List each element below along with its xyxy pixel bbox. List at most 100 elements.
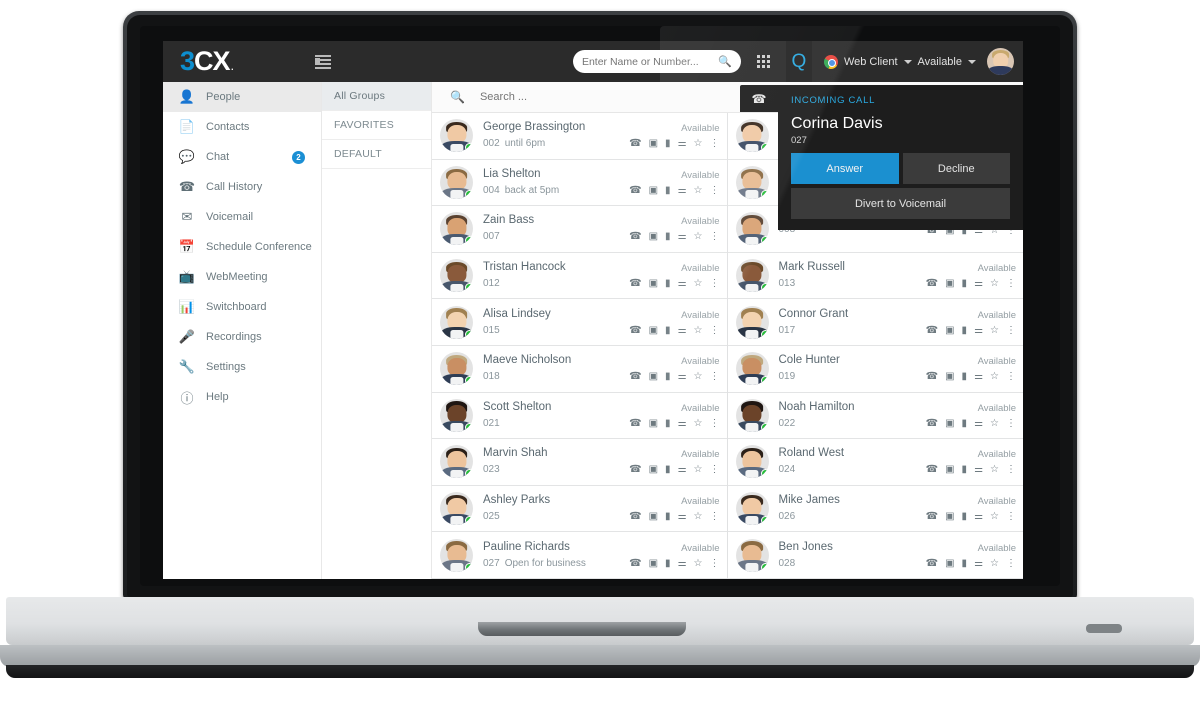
favorite-star-icon[interactable]: ☆ (990, 325, 999, 336)
chat-icon[interactable]: ▮ (665, 372, 671, 382)
more-options-icon[interactable]: ⋮ (710, 139, 720, 149)
favorite-star-icon[interactable]: ☆ (990, 418, 999, 429)
video-call-icon[interactable]: ▣ (649, 325, 658, 336)
sidebar-item-call-history[interactable]: ☎ Call History (163, 172, 321, 202)
sidebar-item-people[interactable]: 👤 People (163, 82, 321, 112)
call-icon[interactable]: ☎ (629, 465, 641, 475)
chevron-down-icon-status[interactable] (968, 59, 976, 64)
call-icon[interactable]: ☎ (926, 418, 938, 429)
video-call-icon[interactable]: ▣ (649, 185, 658, 196)
favorite-star-icon[interactable]: ☆ (694, 372, 703, 382)
chat-icon[interactable]: ▮ (962, 465, 968, 475)
chat-icon[interactable]: ▮ (665, 139, 671, 149)
conference-icon[interactable]: ⚌ (678, 279, 687, 289)
call-icon[interactable]: ☎ (629, 279, 641, 289)
web-client-label[interactable]: Web Client (844, 56, 898, 68)
chat-icon[interactable]: ▮ (962, 325, 968, 336)
table-row[interactable]: Roland West 024 Available ☎ ▣ ▮ ⚌ ☆ ⋮ (727, 439, 1023, 486)
table-row[interactable]: Alisa Lindsey 015 Available ☎ ▣ ▮ ⚌ ☆ ⋮ (432, 299, 727, 346)
favorite-star-icon[interactable]: ☆ (694, 465, 703, 475)
call-icon[interactable]: ☎ (926, 512, 938, 522)
favorite-star-icon[interactable]: ☆ (694, 279, 703, 289)
more-options-icon[interactable]: ⋮ (1006, 465, 1016, 475)
chevron-down-icon[interactable] (903, 59, 912, 64)
list-view-icon[interactable] (315, 54, 332, 69)
call-icon[interactable]: ☎ (926, 279, 938, 289)
more-options-icon[interactable]: ⋮ (710, 512, 720, 522)
table-row[interactable]: Marvin Shah 023 Available ☎ ▣ ▮ ⚌ ☆ ⋮ (432, 439, 727, 486)
sidebar-item-switchboard[interactable]: 📊 Switchboard (163, 292, 321, 322)
favorite-star-icon[interactable]: ☆ (694, 418, 703, 429)
table-row[interactable]: Zain Bass 007 Available ☎ ▣ ▮ ⚌ ☆ ⋮ (432, 206, 727, 253)
video-call-icon[interactable]: ▣ (649, 512, 658, 522)
more-options-icon[interactable]: ⋮ (1006, 325, 1016, 336)
conference-icon[interactable]: ⚌ (678, 139, 687, 149)
call-icon[interactable]: ☎ (926, 558, 938, 569)
dial-box[interactable]: 🔍 (572, 50, 741, 73)
sidebar-item-contacts[interactable]: 📄 Contacts (163, 112, 321, 142)
call-icon[interactable]: ☎ (926, 465, 938, 475)
conference-icon[interactable]: ⚌ (678, 325, 687, 336)
3cx-logo[interactable]: 3 C X . (180, 46, 234, 77)
table-row[interactable]: Mark Russell 013 Available ☎ ▣ ▮ ⚌ ☆ ⋮ (727, 252, 1023, 300)
conference-icon[interactable]: ⚌ (678, 372, 687, 382)
status-label[interactable]: Available (918, 56, 962, 68)
table-row[interactable]: Tristan Hancock 012 Available ☎ ▣ ▮ ⚌ ☆ ⋮ (432, 252, 727, 300)
favorite-star-icon[interactable]: ☆ (694, 139, 703, 149)
chat-icon[interactable]: ▮ (962, 418, 968, 429)
video-call-icon[interactable]: ▣ (945, 512, 954, 522)
more-options-icon[interactable]: ⋮ (1006, 558, 1016, 569)
chat-icon[interactable]: ▮ (962, 372, 968, 382)
chat-icon[interactable]: ▮ (665, 232, 671, 242)
favorite-star-icon[interactable]: ☆ (694, 232, 703, 242)
conference-icon[interactable]: ⚌ (678, 512, 687, 522)
more-options-icon[interactable]: ⋮ (710, 279, 720, 289)
chat-icon[interactable]: ▮ (665, 512, 671, 522)
sidebar-item-schedule-conference[interactable]: 📅 Schedule Conference (163, 232, 321, 262)
table-row[interactable]: Mike James 026 Available ☎ ▣ ▮ ⚌ ☆ ⋮ (727, 485, 1023, 533)
conference-icon[interactable]: ⚌ (678, 558, 687, 569)
more-options-icon[interactable]: ⋮ (1006, 372, 1016, 382)
search-icon[interactable]: 🔍 (718, 55, 732, 68)
more-options-icon[interactable]: ⋮ (710, 325, 720, 336)
call-icon[interactable]: ☎ (629, 232, 641, 242)
chat-icon[interactable]: ▮ (962, 512, 968, 522)
table-row[interactable]: Scott Shelton 021 Available ☎ ▣ ▮ ⚌ ☆ ⋮ (432, 392, 727, 440)
video-call-icon[interactable]: ▣ (945, 558, 954, 569)
favorite-star-icon[interactable]: ☆ (990, 372, 999, 382)
video-call-icon[interactable]: ▣ (945, 372, 954, 382)
conference-icon[interactable]: ⚌ (974, 465, 983, 475)
video-call-icon[interactable]: ▣ (945, 465, 954, 475)
table-row[interactable]: Connor Grant 017 Available ☎ ▣ ▮ ⚌ ☆ ⋮ (727, 299, 1023, 346)
table-row[interactable]: Pauline Richards 027 Open for business Avai… (432, 532, 727, 579)
sidebar-item-chat[interactable]: 💬 Chat 2 (163, 142, 321, 172)
call-icon[interactable]: ☎ (629, 558, 641, 569)
favorite-star-icon[interactable]: ☆ (990, 512, 999, 522)
chat-icon[interactable]: ▮ (665, 279, 671, 289)
chat-icon[interactable]: ▮ (665, 465, 671, 475)
more-options-icon[interactable]: ⋮ (710, 418, 720, 429)
video-call-icon[interactable]: ▣ (649, 279, 658, 289)
sidebar-item-help[interactable]: ⓘ Help (163, 382, 321, 412)
call-icon[interactable]: ☎ (926, 372, 938, 382)
group-item-default[interactable]: DEFAULT (322, 140, 431, 169)
sidebar-item-voicemail[interactable]: ✉ Voicemail (163, 202, 321, 232)
call-icon[interactable]: ☎ (629, 325, 641, 336)
table-row[interactable]: Lia Shelton 004 back at 5pm Available ☎ ▣ ▮ ⚌ ☆ ⋮ (432, 159, 727, 207)
video-call-icon[interactable]: ▣ (945, 325, 954, 336)
sidebar-item-webmeeting[interactable]: 📺 WebMeeting (163, 262, 321, 292)
sidebar-item-settings[interactable]: 🔧 Settings (163, 352, 321, 382)
video-call-icon[interactable]: ▣ (649, 139, 658, 149)
table-row[interactable]: Maeve Nicholson 018 Available ☎ ▣ ▮ ⚌ ☆ ⋮ (432, 345, 727, 393)
group-item-favorites[interactable]: FAVORITES (322, 111, 431, 140)
favorite-star-icon[interactable]: ☆ (694, 512, 703, 522)
conference-icon[interactable]: ⚌ (974, 512, 983, 522)
conference-icon[interactable]: ⚌ (678, 185, 687, 196)
favorite-star-icon[interactable]: ☆ (694, 325, 703, 336)
conference-icon[interactable]: ⚌ (974, 279, 983, 289)
user-avatar[interactable] (987, 48, 1014, 75)
answer-button[interactable]: Answer (791, 153, 899, 184)
more-options-icon[interactable]: ⋮ (710, 372, 720, 382)
call-icon[interactable]: ☎ (629, 372, 641, 382)
table-row[interactable]: Ashley Parks 025 Available ☎ ▣ ▮ ⚌ ☆ ⋮ (432, 485, 727, 533)
